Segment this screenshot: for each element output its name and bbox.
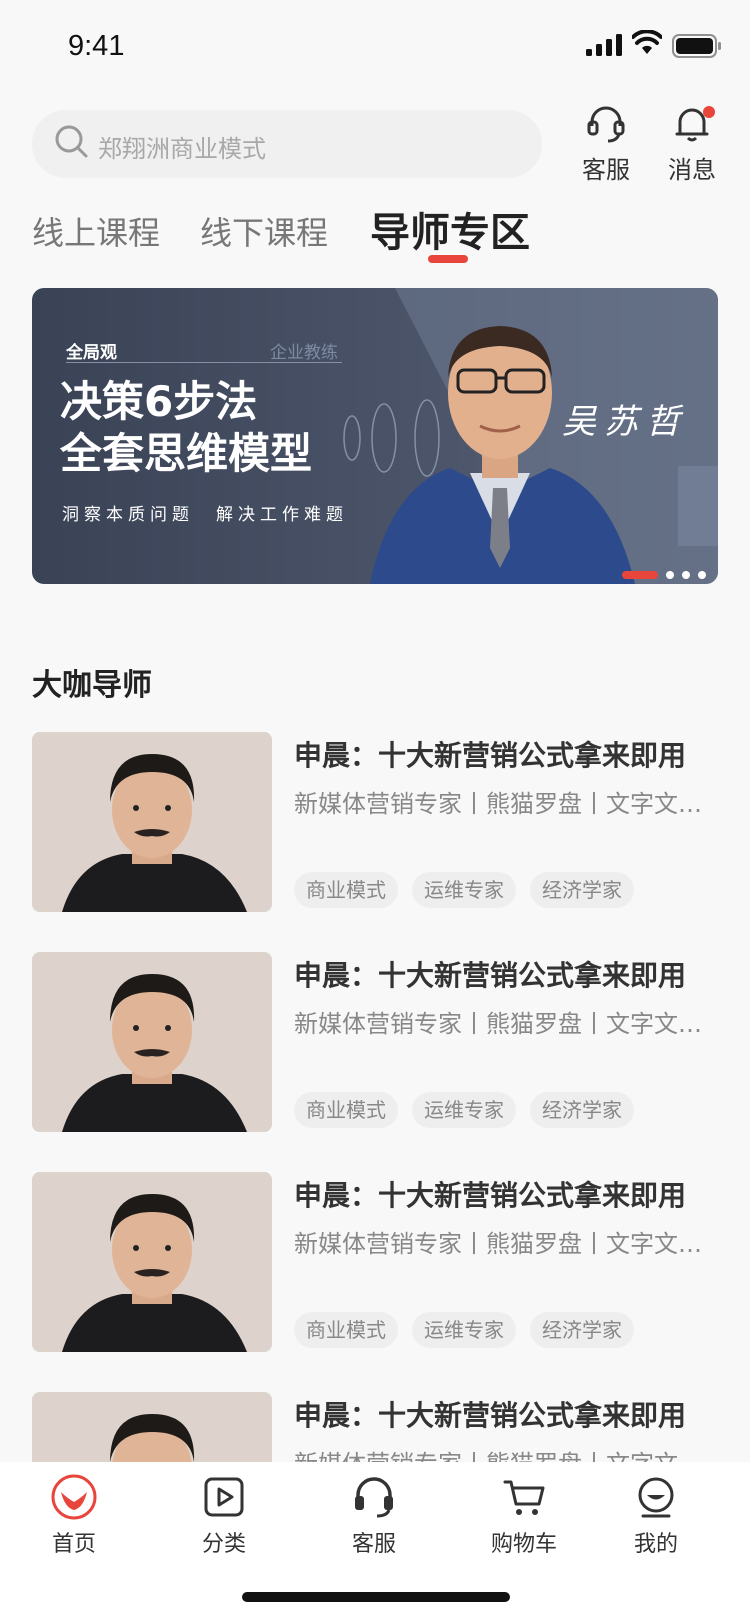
banner-kicker: 全局观 (66, 343, 117, 363)
nav-cart[interactable]: 购物车 (474, 1474, 574, 1558)
home-indicator[interactable] (242, 1592, 510, 1602)
search-icon (55, 125, 88, 158)
home-logo-icon (51, 1474, 97, 1520)
mentor-photo (32, 732, 272, 912)
notification-dot (703, 106, 715, 118)
mentor-tags: 商业模式 运维专家 经济学家 (294, 1312, 648, 1348)
mentor-card[interactable]: 申晨：十大新营销公式拿来即用 新媒体营销专家丨熊猫罗盘丨文字文化传播 商业模式运… (32, 952, 722, 1132)
active-tab-indicator (428, 255, 468, 263)
mentor-tag: 商业模式 (294, 1092, 398, 1128)
pager-dot-active[interactable] (622, 570, 658, 579)
mentor-card[interactable]: 申晨：十大新营销公式拿来即用 新媒体营销专家丨熊猫罗盘丨文字文化传播 商业模式运… (32, 732, 722, 912)
nav-home-label: 首页 (51, 1532, 96, 1557)
mentor-tags: 商业模式 运维专家 经济学家 (294, 1092, 648, 1128)
mentor-title: 申晨：十大新营销公式拿来即用 (294, 739, 687, 772)
nav-cart-label: 购物车 (490, 1532, 557, 1557)
mentor-description: 新媒体营销专家丨熊猫罗盘丨文字文化传播 (294, 1010, 704, 1038)
play-square-icon (204, 1477, 244, 1517)
mentor-title: 申晨：十大新营销公式拿来即用 (294, 1399, 687, 1432)
nav-home[interactable]: 首页 (24, 1474, 124, 1558)
mentor-photo (32, 952, 272, 1132)
banner-headline-line2: 全套思维模型 (60, 429, 313, 478)
banner-headline-line1: 决策6步法 (60, 377, 258, 426)
status-time: 9:41 (68, 30, 125, 62)
mentor-tag: 运维专家 (412, 872, 516, 908)
mentor-description: 新媒体营销专家丨熊猫罗盘丨文字文化传播 (294, 790, 704, 818)
section-title: 大咖导师 (32, 668, 152, 703)
mentor-avatar-image (32, 732, 272, 912)
banner-headline: 决策6步法 全套思维模型 (60, 376, 360, 480)
banner-decor-block (678, 466, 718, 546)
mentor-avatar-image (32, 1172, 272, 1352)
mentor-tag: 商业模式 (294, 1312, 398, 1348)
search-bar[interactable]: 郑翔洲商业模式 (32, 110, 542, 178)
wifi-icon (632, 30, 662, 54)
battery-icon (672, 34, 721, 58)
nav-category[interactable]: 分类 (174, 1474, 274, 1558)
nav-service-label: 客服 (351, 1532, 396, 1557)
nav-category-label: 分类 (201, 1532, 246, 1557)
pager-dot[interactable] (666, 570, 674, 579)
tab-online-courses[interactable]: 线上课程 (32, 208, 160, 254)
banner-mentor-name: 吴苏哲 (562, 402, 688, 442)
mentor-title: 申晨：十大新营销公式拿来即用 (294, 959, 687, 992)
tab-mentor-zone[interactable]: 导师专区 (370, 200, 530, 258)
banner-subtitle: 洞察本质问题 解决工作难题 (62, 505, 348, 525)
messages-button[interactable]: 消息 (657, 104, 727, 185)
mentor-description: 新媒体营销专家丨熊猫罗盘丨文字文化传播 (294, 1230, 704, 1258)
pager-dot[interactable] (682, 570, 690, 579)
headset-icon (587, 106, 625, 143)
mentor-tag: 商业模式 (294, 872, 398, 908)
mentor-tag: 经济学家 (530, 1092, 634, 1128)
messages-label: 消息 (668, 156, 716, 184)
pager-dot[interactable] (698, 570, 706, 579)
mentor-tag: 经济学家 (530, 1312, 634, 1348)
banner-kicker-right: 企业教练 (270, 343, 338, 363)
user-face-icon (638, 1477, 674, 1518)
mentor-avatar-image (32, 952, 272, 1132)
mentor-card[interactable]: 申晨：十大新营销公式拿来即用 新媒体营销专家丨熊猫罗盘丨文字文化传播 商业模式运… (32, 1172, 722, 1352)
promo-banner[interactable]: 全局观 企业教练 决策6步法 全套思维模型 洞察本质问题 解决工作难题 吴苏哲 (32, 288, 718, 584)
mentor-tags: 商业模式 运维专家 经济学家 (294, 872, 648, 908)
tab-offline-courses[interactable]: 线下课程 (200, 208, 328, 254)
banner-divider (66, 362, 342, 363)
course-tabs: 线上课程 线下课程 导师专区 (32, 200, 722, 270)
mentor-tag: 经济学家 (530, 872, 634, 908)
headset-icon (355, 1477, 393, 1518)
banner-pagination (622, 564, 706, 583)
customer-service-button[interactable]: 客服 (571, 104, 641, 185)
mentor-photo (32, 1172, 272, 1352)
mentor-title: 申晨：十大新营销公式拿来即用 (294, 1179, 687, 1212)
nav-profile-label: 我的 (633, 1532, 678, 1557)
nav-service[interactable]: 客服 (324, 1474, 424, 1558)
search-placeholder: 郑翔洲商业模式 (98, 135, 266, 163)
nav-profile[interactable]: 我的 (606, 1474, 706, 1558)
mentor-tag: 运维专家 (412, 1092, 516, 1128)
mentor-tag: 运维专家 (412, 1312, 516, 1348)
status-bar: 9:41 (0, 0, 750, 96)
cart-icon (503, 1480, 545, 1515)
customer-service-label: 客服 (582, 156, 630, 184)
cellular-signal-icon (586, 34, 622, 56)
